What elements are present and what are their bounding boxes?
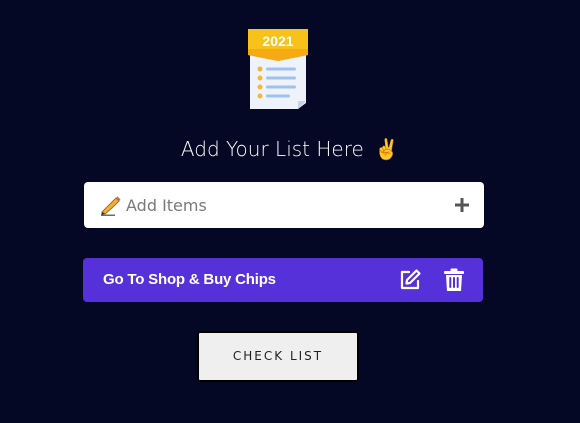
edit-item-button[interactable] xyxy=(398,268,422,292)
list-item-label: Go To Shop & Buy Chips xyxy=(103,271,276,288)
plus-icon xyxy=(455,198,469,212)
writing-hand-icon xyxy=(101,196,121,216)
checklist-document-icon: 2021 xyxy=(248,29,308,109)
list-item: Go To Shop & Buy Chips xyxy=(83,258,483,302)
add-items-input[interactable] xyxy=(126,190,446,220)
delete-item-button[interactable] xyxy=(443,268,465,292)
add-item-button[interactable] xyxy=(450,193,474,217)
checklist-logo: 2021 xyxy=(248,29,308,109)
heading-text: Add Your List Here xyxy=(180,137,364,161)
page-heading: Add Your List Here ✌️ xyxy=(0,137,580,161)
edit-icon xyxy=(400,269,421,290)
add-item-box xyxy=(84,182,484,228)
check-list-button[interactable]: CHECK LIST xyxy=(197,331,359,382)
logo-year: 2021 xyxy=(262,33,293,49)
victory-hand-icon: ✌️ xyxy=(374,137,400,161)
